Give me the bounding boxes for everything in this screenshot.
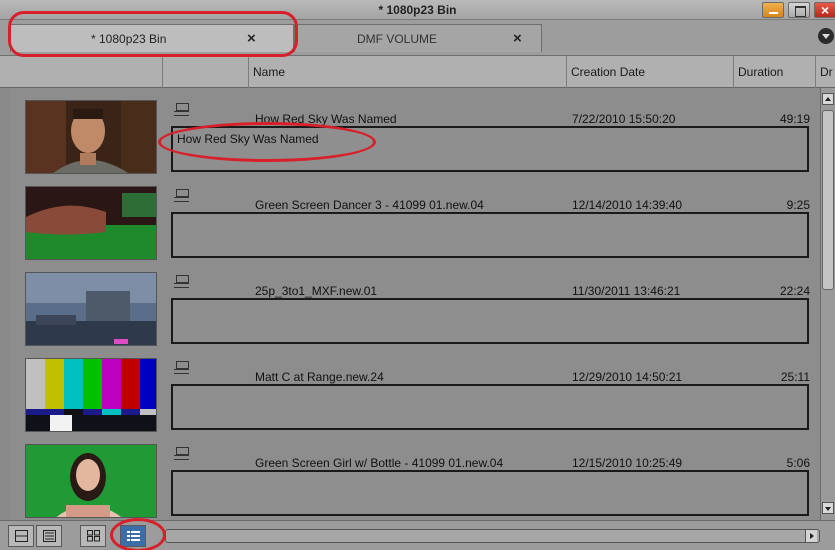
clip-comment-field[interactable] xyxy=(171,470,809,516)
text-view-icon xyxy=(43,530,56,542)
scroll-left-icon[interactable] xyxy=(166,530,178,542)
clip-name[interactable]: Matt C at Range.new.24 xyxy=(255,370,384,384)
text-view-button[interactable] xyxy=(36,525,62,547)
clip-name[interactable]: Green Screen Girl w/ Bottle - 41099 01.n… xyxy=(255,456,503,470)
brief-view-icon xyxy=(15,530,28,542)
clip-creation-date: 12/14/2010 14:39:40 xyxy=(572,198,683,212)
script-view-button[interactable] xyxy=(120,525,146,547)
script-view-icon xyxy=(127,531,140,541)
clip-duration: 22:24 xyxy=(779,284,810,298)
clip-duration: 9:25 xyxy=(786,198,810,212)
clip-name[interactable]: Green Screen Dancer 3 - 41099 01.new.04 xyxy=(255,198,484,212)
list-item[interactable]: Green Screen Girl w/ Bottle - 41099 01.n… xyxy=(10,432,820,518)
brief-view-button[interactable] xyxy=(8,525,34,547)
frame-view-icon xyxy=(87,530,100,542)
column-header-creation-date[interactable]: Creation Date xyxy=(567,56,734,88)
clip-thumbnail[interactable] xyxy=(25,272,157,346)
clip-comment-text: How Red Sky Was Named xyxy=(177,132,319,146)
tab-close-icon[interactable]: × xyxy=(513,30,522,47)
tab-1080p23-bin[interactable]: * 1080p23 Bin × xyxy=(10,24,294,52)
clip-comment-field[interactable]: How Red Sky Was Named xyxy=(171,126,809,172)
list-item[interactable]: How Red Sky Was Named 7/22/2010 15:50:20… xyxy=(10,88,820,174)
scroll-thumb[interactable] xyxy=(822,110,834,290)
column-header-thumbnail[interactable] xyxy=(0,56,163,88)
maximize-button[interactable] xyxy=(788,2,810,18)
clip-thumbnail[interactable] xyxy=(25,358,157,432)
scroll-up-icon[interactable] xyxy=(822,93,834,105)
clip-thumbnail[interactable] xyxy=(25,444,157,518)
clip-thumbnail[interactable] xyxy=(25,100,157,174)
tab-close-icon[interactable]: × xyxy=(247,30,256,47)
column-header-drive[interactable]: Dr xyxy=(816,56,835,88)
window-title: * 1080p23 Bin xyxy=(378,3,457,17)
vertical-scrollbar[interactable] xyxy=(820,88,835,520)
clip-comment-field[interactable] xyxy=(171,298,809,344)
frame-view-button[interactable] xyxy=(80,525,106,547)
list-item[interactable]: 25p_3to1_MXF.new.01 11/30/2011 13:46:21 … xyxy=(10,260,820,346)
tab-dmf-volume[interactable]: DMF VOLUME × xyxy=(294,24,542,52)
clip-icon xyxy=(174,102,190,116)
list-item[interactable]: Matt C at Range.new.24 12/29/2010 14:50:… xyxy=(10,346,820,432)
column-header-duration[interactable]: Duration xyxy=(734,56,816,88)
tab-strip: * 1080p23 Bin × DMF VOLUME × xyxy=(0,20,835,56)
clip-icon xyxy=(174,274,190,288)
clip-name[interactable]: How Red Sky Was Named xyxy=(255,112,397,126)
window-titlebar: * 1080p23 Bin xyxy=(0,0,835,20)
column-header-icon[interactable] xyxy=(163,56,249,88)
clip-name[interactable]: 25p_3to1_MXF.new.01 xyxy=(255,284,377,298)
scroll-down-icon[interactable] xyxy=(822,502,834,514)
close-window-button[interactable] xyxy=(814,2,835,18)
clip-icon xyxy=(174,446,190,460)
bin-list: How Red Sky Was Named 7/22/2010 15:50:20… xyxy=(10,88,820,520)
minimize-button[interactable] xyxy=(762,2,784,18)
tab-label: * 1080p23 Bin xyxy=(91,32,167,46)
column-header: Name Creation Date Duration Dr xyxy=(0,56,835,88)
clip-duration: 25:11 xyxy=(780,370,810,384)
scroll-right-icon[interactable] xyxy=(805,530,817,542)
column-header-name[interactable]: Name xyxy=(249,56,567,88)
clip-icon xyxy=(174,360,190,374)
clip-comment-field[interactable] xyxy=(171,212,809,258)
clip-thumbnail[interactable] xyxy=(25,186,157,260)
clip-duration: 5:06 xyxy=(786,456,810,470)
clip-creation-date: 12/29/2010 14:50:21 xyxy=(572,370,683,384)
clip-comment-field[interactable] xyxy=(171,384,809,430)
horizontal-scrollbar[interactable] xyxy=(165,529,820,543)
clip-creation-date: 11/30/2011 13:46:21 xyxy=(572,284,681,298)
clip-duration: 49:19 xyxy=(779,112,810,126)
tab-menu-icon[interactable] xyxy=(818,28,834,44)
list-item[interactable]: Green Screen Dancer 3 - 41099 01.new.04 … xyxy=(10,174,820,260)
bin-view-bar xyxy=(0,520,835,550)
clip-creation-date: 12/15/2010 10:25:49 xyxy=(572,456,683,470)
tab-label: DMF VOLUME xyxy=(357,32,438,46)
clip-creation-date: 7/22/2010 15:50:20 xyxy=(572,112,676,126)
clip-icon xyxy=(174,188,190,202)
